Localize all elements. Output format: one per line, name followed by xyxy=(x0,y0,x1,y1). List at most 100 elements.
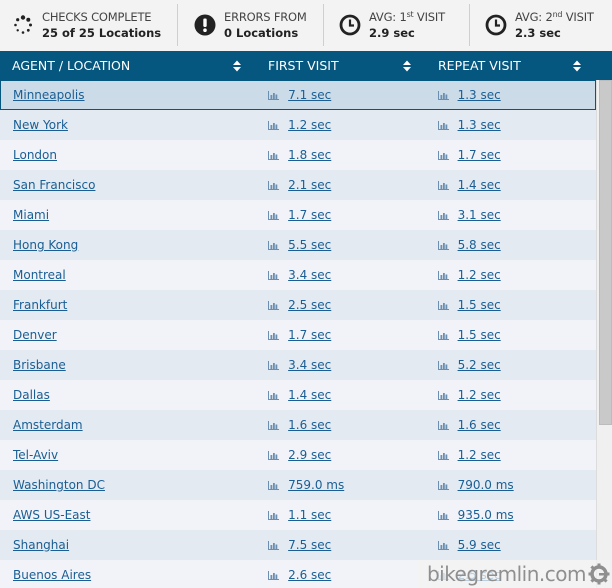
first-visit-link[interactable]: 7.1 sec xyxy=(288,88,331,102)
first-visit-link[interactable]: 5.5 sec xyxy=(288,238,331,252)
location-link[interactable]: Minneapolis xyxy=(13,88,85,102)
repeat-visit-link[interactable]: 1.5 sec xyxy=(458,328,501,342)
sort-icon[interactable] xyxy=(402,59,412,73)
location-link[interactable]: Brisbane xyxy=(13,358,66,372)
table-row[interactable]: Denver 1.7 sec 1.5 sec xyxy=(0,320,596,350)
vertical-scrollbar[interactable] xyxy=(596,80,612,588)
first-visit-link[interactable]: 2.1 sec xyxy=(288,178,331,192)
repeat-visit-link[interactable]: 1.4 sec xyxy=(458,178,501,192)
first-visit-link[interactable]: 3.4 sec xyxy=(288,358,331,372)
first-visit-cell: 3.4 sec xyxy=(256,358,425,372)
table-row[interactable]: Shanghai 7.5 sec 5.9 sec xyxy=(0,530,596,560)
table-row[interactable]: New York 1.2 sec 1.3 sec xyxy=(0,110,596,140)
chart-icon xyxy=(437,480,449,490)
avg-second-label: AVG: 2nd VISIT xyxy=(515,10,594,24)
location-cell: Shanghai xyxy=(1,538,256,552)
errors-value: 0 Locations xyxy=(224,26,299,40)
repeat-visit-link[interactable]: 1.2 sec xyxy=(458,268,501,282)
first-visit-link[interactable]: 1.8 sec xyxy=(288,148,331,162)
location-link[interactable]: Denver xyxy=(13,328,57,342)
first-visit-link[interactable]: 3.4 sec xyxy=(288,268,331,282)
repeat-visit-cell: 1.3 sec xyxy=(426,88,595,102)
column-header-first-visit[interactable]: FIRST VISIT xyxy=(256,51,426,80)
first-visit-link[interactable]: 1.4 sec xyxy=(288,388,331,402)
location-link[interactable]: Tel-Aviv xyxy=(13,448,58,462)
location-link[interactable]: Amsterdam xyxy=(13,418,83,432)
table-row[interactable]: Dallas 1.4 sec 1.2 sec xyxy=(0,380,596,410)
column-header-repeat-visit[interactable]: REPEAT VISIT xyxy=(426,51,612,80)
location-cell: Dallas xyxy=(1,388,256,402)
column-label: AGENT / LOCATION xyxy=(12,58,131,73)
first-visit-link[interactable]: 1.6 sec xyxy=(288,418,331,432)
repeat-visit-link[interactable]: 1.2 sec xyxy=(458,388,501,402)
repeat-visit-cell: 1.6 sec xyxy=(426,418,595,432)
sort-icon[interactable] xyxy=(232,59,242,73)
watermark: bikegremlin.com xyxy=(416,560,610,588)
location-link[interactable]: San Francisco xyxy=(13,178,95,192)
table-row[interactable]: Hong Kong 5.5 sec 5.8 sec xyxy=(0,230,596,260)
first-visit-link[interactable]: 7.5 sec xyxy=(288,538,331,552)
table-row[interactable]: San Francisco 2.1 sec 1.4 sec xyxy=(0,170,596,200)
table-row[interactable]: Miami 1.7 sec 3.1 sec xyxy=(0,200,596,230)
table-row[interactable]: Montreal 3.4 sec 1.2 sec xyxy=(0,260,596,290)
chart-icon xyxy=(437,390,449,400)
table-row[interactable]: Brisbane 3.4 sec 5.2 sec xyxy=(0,350,596,380)
chart-icon xyxy=(268,150,280,160)
first-visit-link[interactable]: 2.5 sec xyxy=(288,298,331,312)
location-link[interactable]: Shanghai xyxy=(13,538,69,552)
table-row[interactable]: Frankfurt 2.5 sec 1.5 sec xyxy=(0,290,596,320)
column-header-location[interactable]: AGENT / LOCATION xyxy=(0,51,256,80)
location-link[interactable]: Miami xyxy=(13,208,49,222)
repeat-visit-link[interactable]: 1.3 sec xyxy=(458,118,501,132)
first-visit-cell: 3.4 sec xyxy=(256,268,425,282)
table-row[interactable]: AWS US-East 1.1 sec 935.0 ms xyxy=(0,500,596,530)
first-visit-cell: 7.5 sec xyxy=(256,538,425,552)
repeat-visit-link[interactable]: 5.8 sec xyxy=(458,238,501,252)
location-cell: Tel-Aviv xyxy=(1,448,256,462)
first-visit-link[interactable]: 1.1 sec xyxy=(288,508,331,522)
repeat-visit-link[interactable]: 1.2 sec xyxy=(458,448,501,462)
location-link[interactable]: Buenos Aires xyxy=(13,568,91,582)
chart-icon xyxy=(268,510,280,520)
table-row[interactable]: Tel-Aviv 2.9 sec 1.2 sec xyxy=(0,440,596,470)
clock-icon xyxy=(339,14,361,36)
repeat-visit-link[interactable]: 1.6 sec xyxy=(458,418,501,432)
chart-icon xyxy=(437,300,449,310)
location-link[interactable]: Washington DC xyxy=(13,478,105,492)
location-cell: Minneapolis xyxy=(1,88,256,102)
repeat-visit-link[interactable]: 3.1 sec xyxy=(458,208,501,222)
location-link[interactable]: London xyxy=(13,148,57,162)
column-label: FIRST VISIT xyxy=(268,58,339,73)
repeat-visit-link[interactable]: 1.5 sec xyxy=(458,298,501,312)
sort-icon[interactable] xyxy=(572,59,582,73)
table-header: AGENT / LOCATION FIRST VISIT REPEAT VISI… xyxy=(0,51,612,80)
repeat-visit-link[interactable]: 5.9 sec xyxy=(458,538,501,552)
table-row[interactable]: Amsterdam 1.6 sec 1.6 sec xyxy=(0,410,596,440)
first-visit-link[interactable]: 2.6 sec xyxy=(288,568,331,582)
repeat-visit-link[interactable]: 1.3 sec xyxy=(458,88,501,102)
first-visit-link[interactable]: 1.2 sec xyxy=(288,118,331,132)
repeat-visit-link[interactable]: 790.0 ms xyxy=(458,478,514,492)
table-row[interactable]: Washington DC 759.0 ms 790.0 ms xyxy=(0,470,596,500)
repeat-visit-cell: 3.1 sec xyxy=(426,208,595,222)
first-visit-link[interactable]: 759.0 ms xyxy=(288,478,344,492)
location-link[interactable]: New York xyxy=(13,118,68,132)
repeat-visit-link[interactable]: 1.7 sec xyxy=(458,148,501,162)
location-link[interactable]: Frankfurt xyxy=(13,298,67,312)
location-link[interactable]: AWS US-East xyxy=(13,508,90,522)
location-link[interactable]: Hong Kong xyxy=(13,238,78,252)
first-visit-cell: 759.0 ms xyxy=(256,478,425,492)
location-link[interactable]: Dallas xyxy=(13,388,50,402)
first-visit-link[interactable]: 1.7 sec xyxy=(288,208,331,222)
first-visit-link[interactable]: 2.9 sec xyxy=(288,448,331,462)
scrollbar-thumb[interactable] xyxy=(599,80,612,425)
chart-icon xyxy=(437,450,449,460)
first-visit-link[interactable]: 1.7 sec xyxy=(288,328,331,342)
repeat-visit-link[interactable]: 935.0 ms xyxy=(458,508,514,522)
table-row[interactable]: Minneapolis 7.1 sec 1.3 sec xyxy=(0,80,596,110)
chart-icon xyxy=(437,180,449,190)
repeat-visit-link[interactable]: 5.2 sec xyxy=(458,358,501,372)
chart-icon xyxy=(437,150,449,160)
location-link[interactable]: Montreal xyxy=(13,268,66,282)
table-row[interactable]: London 1.8 sec 1.7 sec xyxy=(0,140,596,170)
